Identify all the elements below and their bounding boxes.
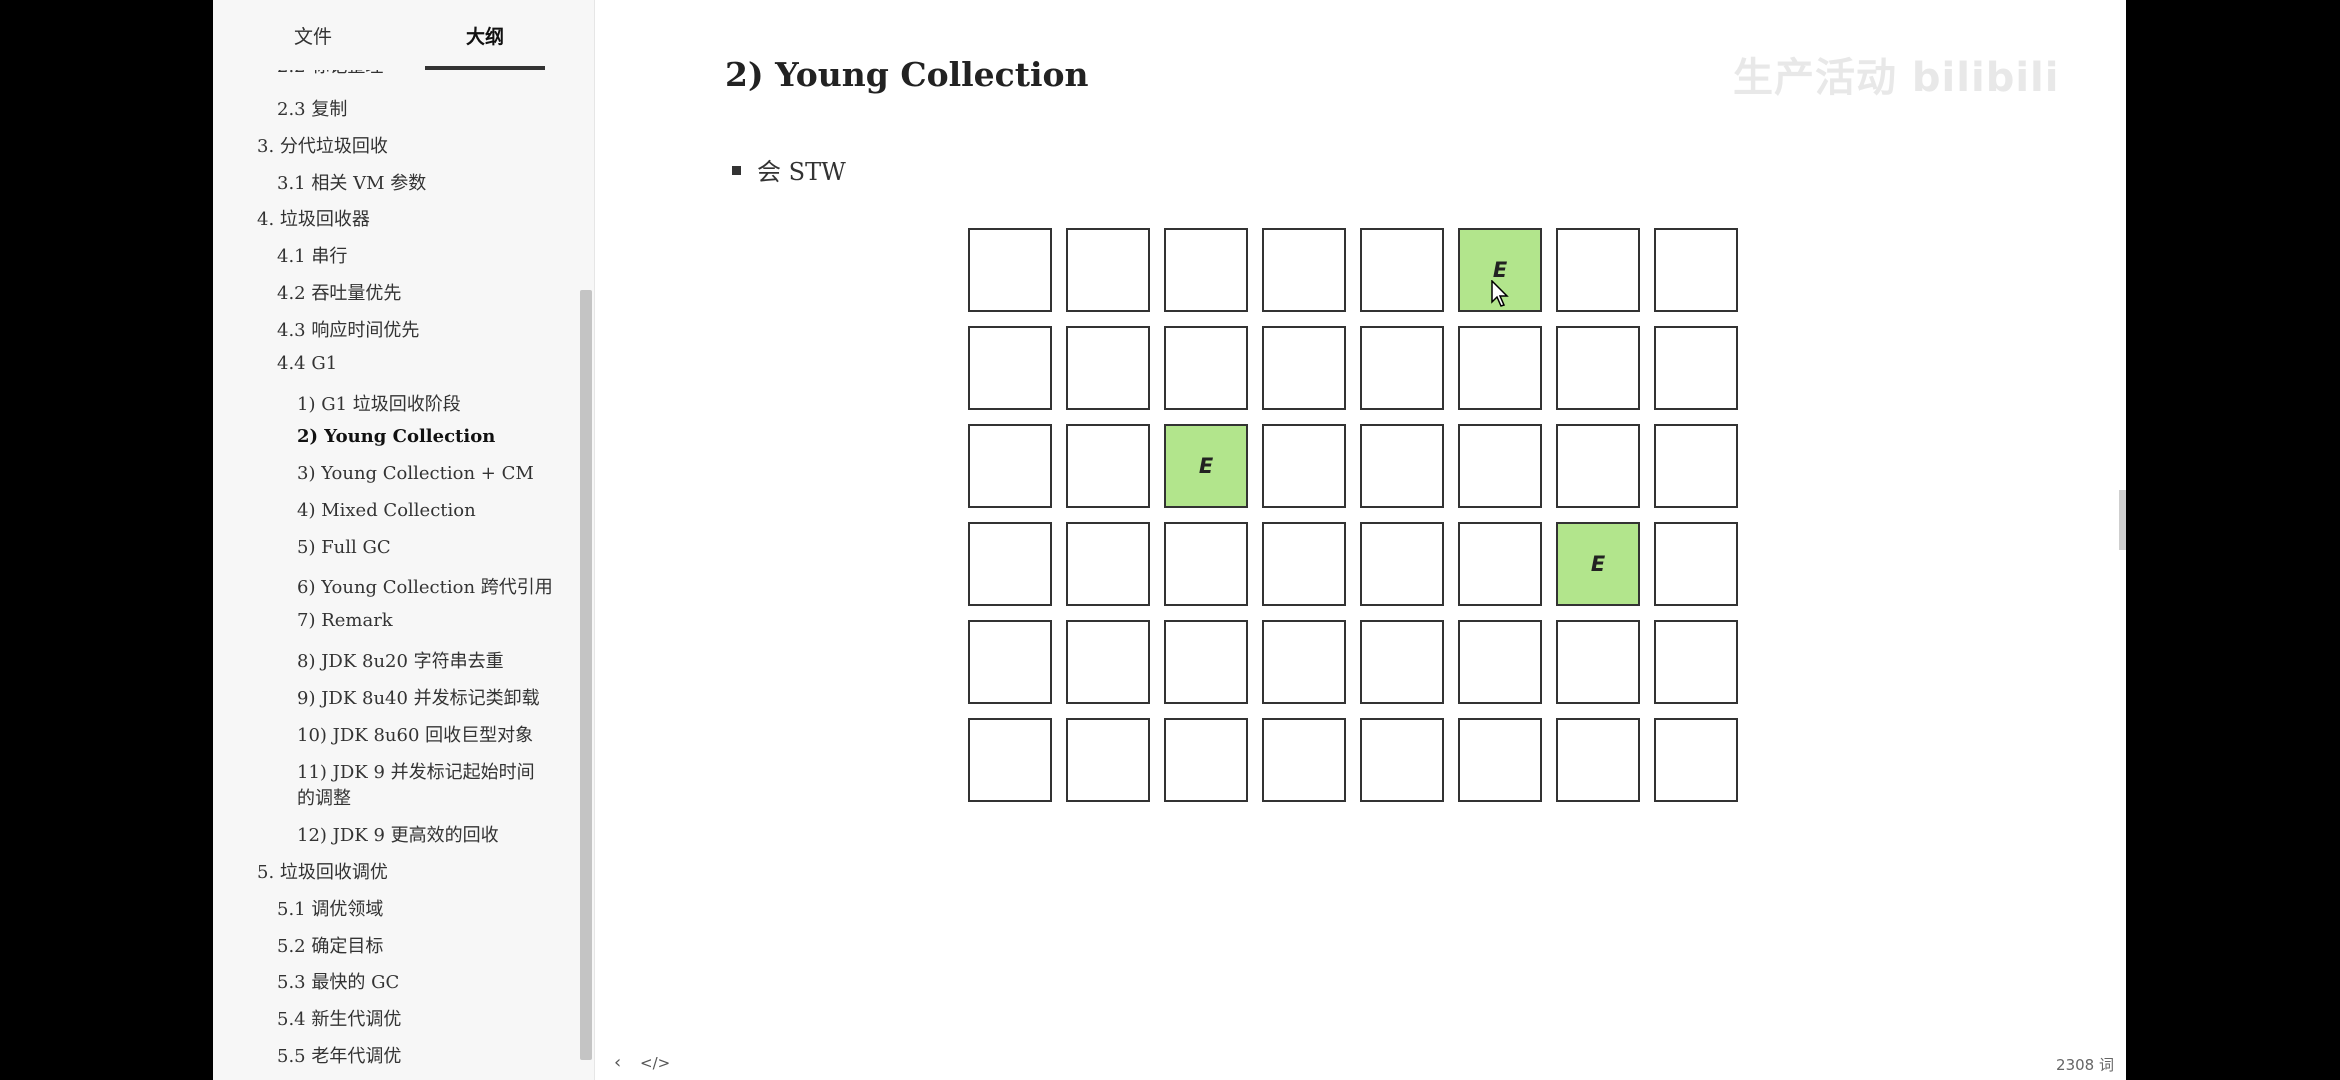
outline-item[interactable]: 5.5 老年代调优 (277, 1042, 401, 1068)
outline-item[interactable]: 5.3 最快的 GC (277, 968, 399, 994)
empty-region (1556, 228, 1640, 312)
outline-item[interactable]: 7) Remark (297, 610, 393, 631)
outline-item[interactable]: 8) JDK 8u20 字符串去重 (297, 647, 504, 673)
empty-region (968, 228, 1052, 312)
empty-region (968, 326, 1052, 410)
tab-outline[interactable]: 大纲 (425, 22, 545, 68)
outline-item[interactable]: 4.2 吞吐量优先 (277, 279, 401, 305)
editor-window: 文件 大纲 2.2 标记整理 2.3 复制 3. 分代垃圾回收 3.1 相关 V… (213, 0, 2126, 1080)
outline-item[interactable]: 3. 分代垃圾回收 (257, 132, 388, 158)
word-count: 2308 词 (2056, 1056, 2114, 1074)
empty-region (1458, 326, 1542, 410)
sidebar: 文件 大纲 2.2 标记整理 2.3 复制 3. 分代垃圾回收 3.1 相关 V… (213, 0, 595, 1080)
empty-region (1654, 718, 1738, 802)
empty-region (1262, 522, 1346, 606)
outline-item[interactable]: 4. 垃圾回收器 (257, 205, 370, 231)
empty-region (1066, 228, 1150, 312)
empty-region (1262, 620, 1346, 704)
empty-region (968, 424, 1052, 508)
outline-item[interactable]: 5) Full GC (297, 537, 391, 558)
empty-region (1556, 620, 1640, 704)
empty-region (1458, 424, 1542, 508)
outline-item[interactable]: 11) JDK 9 并发标记起始时间 (297, 758, 535, 784)
outline-item[interactable]: 5.2 确定目标 (277, 932, 383, 958)
empty-region (1360, 718, 1444, 802)
outline-item[interactable]: 12) JDK 9 更高效的回收 (297, 821, 499, 847)
empty-region (1360, 326, 1444, 410)
page-heading: 2) Young Collection (725, 55, 1089, 94)
empty-region (968, 718, 1052, 802)
outline-item[interactable]: 1) G1 垃圾回收阶段 (297, 390, 461, 416)
outline-item[interactable]: 2.3 复制 (277, 95, 347, 121)
outline-item-active[interactable]: 2) Young Collection (297, 426, 495, 447)
bullet-icon (732, 166, 741, 175)
empty-region (968, 620, 1052, 704)
outline-item[interactable]: 10) JDK 8u60 回收巨型对象 (297, 721, 533, 747)
sidebar-scrollbar[interactable] (580, 290, 592, 1060)
empty-region (1556, 718, 1640, 802)
eden-region: E (1164, 424, 1248, 508)
empty-region (1654, 326, 1738, 410)
outline-item[interactable]: 2.2 标记整理 (277, 70, 383, 78)
empty-region (1556, 326, 1640, 410)
empty-region (1066, 620, 1150, 704)
empty-region (1066, 424, 1150, 508)
outline-item[interactable]: 6) Young Collection 跨代引用 (297, 573, 553, 599)
empty-region (1458, 620, 1542, 704)
mouse-cursor-icon (1491, 280, 1509, 307)
empty-region (1458, 522, 1542, 606)
region-grid: EEE (968, 228, 1748, 813)
empty-region (1458, 718, 1542, 802)
empty-region (1262, 424, 1346, 508)
eden-region: E (1556, 522, 1640, 606)
empty-region (1066, 718, 1150, 802)
empty-region (1164, 228, 1248, 312)
outline-list: 2.2 标记整理 2.3 复制 3. 分代垃圾回收 3.1 相关 VM 参数 4… (213, 70, 585, 1080)
tab-files[interactable]: 文件 (253, 22, 373, 68)
empty-region (1360, 424, 1444, 508)
empty-region (1262, 718, 1346, 802)
scroll-handle[interactable] (2119, 490, 2126, 550)
bullet-text: 会 STW (757, 158, 846, 186)
empty-region (1360, 522, 1444, 606)
empty-region (1556, 424, 1640, 508)
empty-region (1164, 326, 1248, 410)
chevron-left-icon[interactable]: ‹ (614, 1052, 621, 1073)
outline-item[interactable]: 3.1 相关 VM 参数 (277, 169, 426, 195)
outline-item[interactable]: 4.4 G1 (277, 353, 337, 374)
outline-item[interactable]: 5.1 调优领域 (277, 895, 383, 921)
empty-region (1654, 522, 1738, 606)
outline-item[interactable]: 4) Mixed Collection (297, 500, 476, 521)
bullet-item: 会 STW (732, 152, 846, 187)
outline-item[interactable]: 3) Young Collection + CM (297, 463, 534, 484)
empty-region (1654, 228, 1738, 312)
sidebar-tabs: 文件 大纲 (213, 0, 594, 70)
empty-region (1066, 326, 1150, 410)
empty-region (1262, 228, 1346, 312)
empty-region (968, 522, 1052, 606)
empty-region (1360, 620, 1444, 704)
empty-region (1360, 228, 1444, 312)
outline-item[interactable]: 4.3 响应时间优先 (277, 316, 419, 342)
outline-item[interactable]: 4.1 串行 (277, 242, 347, 268)
empty-region (1164, 522, 1248, 606)
empty-region (1164, 620, 1248, 704)
source-code-icon[interactable]: </> (640, 1054, 670, 1072)
status-bar: ‹ </> 2308 词 (594, 1046, 2126, 1080)
empty-region (1262, 326, 1346, 410)
outline-item[interactable]: 9) JDK 8u40 并发标记类卸载 (297, 684, 540, 710)
outline-item-continued[interactable]: 的调整 (297, 784, 351, 810)
empty-region (1654, 424, 1738, 508)
outline-item[interactable]: 5. 垃圾回收调优 (257, 858, 388, 884)
empty-region (1654, 620, 1738, 704)
video-watermark: 生产活动 bilibili (1733, 55, 2060, 101)
outline-item[interactable]: 5.4 新生代调优 (277, 1005, 401, 1031)
empty-region (1164, 718, 1248, 802)
empty-region (1066, 522, 1150, 606)
